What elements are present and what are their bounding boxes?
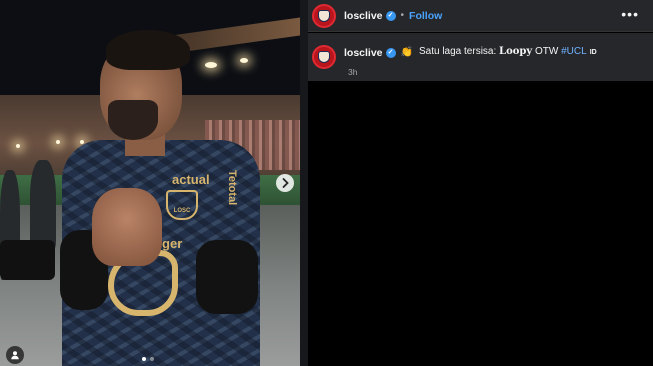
caption-avatar[interactable] (312, 45, 336, 69)
caption-row: losclive ✓ 👏 Satu laga tersisa: Loopy OT… (312, 45, 597, 69)
indonesia-flag-emoji: ID (589, 49, 597, 56)
hashtag-link[interactable]: #UCL (561, 46, 587, 57)
header-username[interactable]: losclive (344, 10, 383, 22)
post-timestamp[interactable]: 3h (348, 67, 357, 77)
player-hair (106, 30, 190, 70)
separator: • (400, 10, 405, 21)
floodlight (56, 140, 60, 144)
post-header: losclive ✓ • Follow ••• (308, 0, 653, 32)
caption-text: losclive ✓ 👏 Satu laga tersisa: Loopy OT… (344, 45, 597, 60)
caption-body: Satu laga tersisa: Loopy OTW #UCL ID (418, 46, 597, 57)
verified-badge-icon: ✓ (385, 47, 396, 58)
carousel-indicator (142, 357, 154, 361)
follow-button[interactable]: Follow (409, 10, 442, 22)
pane-divider (300, 0, 308, 366)
floodlight (205, 62, 217, 68)
clapping-hands-emoji: 👏 (400, 46, 413, 58)
floodlight (240, 58, 248, 63)
camera (0, 240, 55, 280)
avatar[interactable] (312, 3, 336, 28)
sponsor-top: actual (172, 172, 210, 187)
chevron-right-icon (282, 178, 289, 188)
tagged-users-button[interactable] (6, 346, 24, 364)
post-media[interactable]: actual Tetotal LOSC Boulanger (0, 0, 300, 366)
floodlight (16, 144, 20, 148)
right-sleeve (196, 240, 258, 314)
club-logo-icon (318, 9, 330, 22)
club-crest: LOSC (166, 190, 198, 220)
club-logo-icon (318, 51, 330, 63)
post-panel: losclive ✓ • Follow ••• losclive ✓ 👏 Sat… (308, 0, 653, 366)
more-options-button[interactable]: ••• (621, 7, 639, 21)
caption-bold-word: Loopy (499, 46, 533, 57)
caption-username[interactable]: losclive (344, 46, 383, 60)
player-hands (92, 188, 162, 266)
player-beard (108, 100, 158, 140)
sponsor-side: Tetotal (226, 170, 238, 206)
carousel-dot (150, 357, 154, 361)
verified-badge-icon: ✓ (385, 10, 396, 21)
carousel-dot-active (142, 357, 146, 361)
caption-section: losclive ✓ 👏 Satu laga tersisa: Loopy OT… (308, 33, 653, 81)
background-person (30, 160, 56, 250)
user-icon (11, 351, 19, 360)
next-slide-button[interactable] (276, 174, 294, 192)
